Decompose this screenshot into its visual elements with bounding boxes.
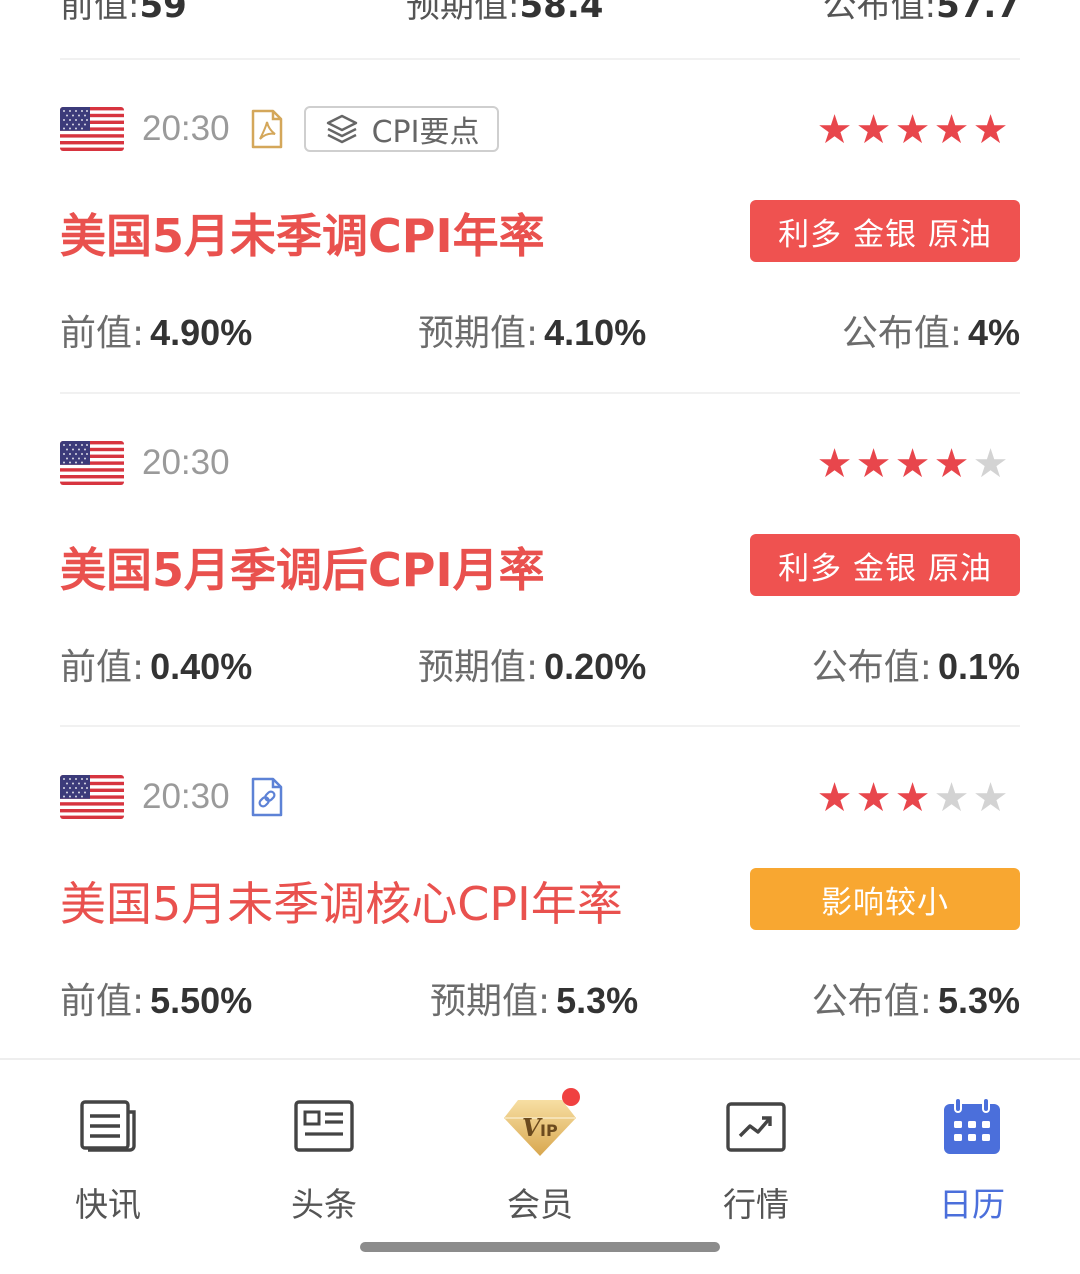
tab-label: 头条 — [291, 1185, 357, 1224]
event-values: 前值: 0.40% 预期值: 0.20% 公布值: 0.1% — [60, 638, 1020, 688]
tab-market[interactable]: 行情 — [696, 1094, 816, 1226]
importance-stars: ★ ★ ★ ★ ★ — [815, 778, 1010, 818]
prev-value-partial: 前值:59 — [60, 0, 187, 26]
star-filled-icon: ★ — [972, 107, 1009, 153]
event-meta: 20:30 — [60, 772, 284, 822]
headline-icon — [292, 1094, 356, 1158]
expected-value: 预期值: 0.20% — [418, 646, 647, 688]
calendar-icon — [940, 1094, 1004, 1158]
tab-news-flash[interactable]: 快讯 — [48, 1094, 168, 1226]
prev-value: 前值: 4.90% — [60, 312, 253, 354]
star-filled-icon: ★ — [855, 441, 892, 487]
published-value-partial: 公布值:57.7 — [822, 0, 1020, 26]
us-flag-icon — [60, 107, 124, 151]
event-title: 美国5月未季调CPI年率 — [60, 209, 545, 263]
link-file-icon[interactable] — [250, 777, 284, 817]
home-indicator[interactable] — [360, 1242, 720, 1252]
impact-badge: 利多 金银 原油 — [750, 200, 1020, 262]
divider — [60, 392, 1020, 394]
divider — [60, 725, 1020, 727]
star-empty-icon: ★ — [972, 775, 1009, 821]
calendar-event[interactable]: 20:30 ★ ★ ★ ★ ★ 美国5月季调后CPI月率 利多 金银 原油 前值: 0.4… — [60, 438, 1020, 772]
star-empty-icon: ★ — [972, 441, 1009, 487]
star-filled-icon: ★ — [855, 107, 892, 153]
star-filled-icon: ★ — [894, 441, 931, 487]
expected-value: 预期值: 4.10% — [418, 312, 647, 354]
layers-icon — [326, 114, 357, 144]
pdf-file-icon[interactable] — [250, 109, 284, 149]
news-flash-icon — [76, 1094, 140, 1158]
vip-diamond-icon: V IP — [504, 1088, 580, 1158]
star-filled-icon: ★ — [933, 107, 970, 153]
svg-text:IP: IP — [540, 1121, 558, 1140]
partial-values-row: 前值:59 预期值:58.4 公布值:57.7 — [60, 0, 1020, 26]
tab-label: 日历 — [939, 1185, 1005, 1224]
star-filled-icon: ★ — [933, 441, 970, 487]
event-values: 前值: 4.90% 预期值: 4.10% 公布值: 4% — [60, 304, 1020, 354]
event-meta: 20:30 — [60, 438, 230, 488]
tab-headlines[interactable]: 头条 — [264, 1094, 384, 1226]
event-time: 20:30 — [142, 109, 230, 148]
prev-value: 前值: 5.50% — [60, 980, 253, 1022]
event-meta: 20:30 CPI要点 — [60, 104, 500, 154]
star-filled-icon: ★ — [894, 107, 931, 153]
calendar-event[interactable]: 20:30 ★ ★ ★ ★ ★ 美国5月未季调核心CPI年率 影响较小 前值: 5.50%… — [60, 772, 1020, 1106]
published-value: 公布值: 4% — [841, 312, 1020, 354]
event-title: 美国5月未季调核心CPI年率 — [60, 877, 623, 931]
event-title: 美国5月季调后CPI月率 — [60, 543, 545, 597]
event-time: 20:30 — [142, 443, 230, 482]
tab-label: 会员 — [507, 1185, 573, 1224]
event-time: 20:30 — [142, 777, 230, 816]
expected-value-partial: 预期值:58.4 — [406, 0, 604, 26]
cpi-highlights-chip[interactable]: CPI要点 — [303, 106, 500, 152]
calendar-event[interactable]: 20:30 CPI要点 ★ ★ ★ ★ ★ 美国5月未季调CPI年率 利多 金银 原油 … — [60, 104, 1020, 438]
star-filled-icon: ★ — [816, 107, 853, 153]
event-values: 前值: 5.50% 预期值: 5.3% 公布值: 5.3% — [60, 972, 1020, 1022]
published-value: 公布值: 5.3% — [811, 980, 1020, 1022]
market-chart-icon — [724, 1094, 788, 1158]
expected-value: 预期值: 5.3% — [430, 980, 639, 1022]
impact-badge: 影响较小 — [750, 868, 1020, 930]
chip-label: CPI要点 — [371, 115, 480, 150]
tab-label: 快讯 — [75, 1185, 141, 1224]
tab-vip[interactable]: V IP 会员 — [480, 1088, 600, 1226]
impact-badge: 利多 金银 原油 — [750, 534, 1020, 596]
tab-label: 行情 — [723, 1185, 789, 1224]
star-filled-icon: ★ — [816, 441, 853, 487]
star-filled-icon: ★ — [816, 775, 853, 821]
importance-stars: ★ ★ ★ ★ ★ — [815, 110, 1010, 150]
tab-calendar[interactable]: 日历 — [912, 1094, 1032, 1226]
importance-stars: ★ ★ ★ ★ ★ — [815, 444, 1010, 484]
notification-dot — [562, 1088, 580, 1106]
published-value: 公布值: 0.1% — [811, 646, 1020, 688]
star-empty-icon: ★ — [933, 775, 970, 821]
prev-value: 前值: 0.40% — [60, 646, 253, 688]
star-filled-icon: ★ — [855, 775, 892, 821]
divider — [60, 58, 1020, 60]
us-flag-icon — [60, 775, 124, 819]
star-filled-icon: ★ — [894, 775, 931, 821]
us-flag-icon — [60, 441, 124, 485]
